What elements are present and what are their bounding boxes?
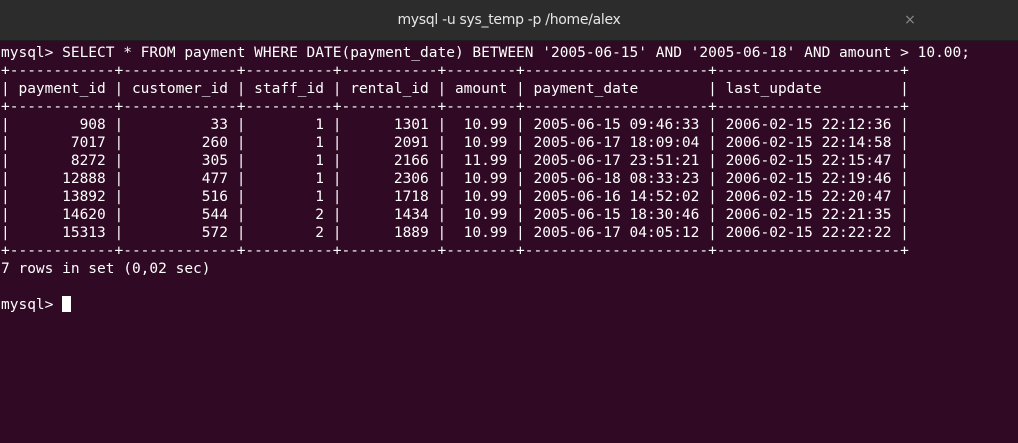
table-row: | 7017 | 260 | 1 | 2091 | 10.99 | 2005-0… [1,135,909,151]
title-bar: mysql -u sys_temp -p /home/alex × [0,0,1018,41]
table-row: | 15313 | 572 | 2 | 1889 | 10.99 | 2005-… [1,225,909,241]
table-border-top: +------------+-------------+----------+-… [1,63,909,79]
table-row: | 12888 | 477 | 1 | 2306 | 10.99 | 2005-… [1,171,909,187]
table-border-mid: +------------+-------------+----------+-… [1,99,909,115]
result-summary: 7 rows in set (0,02 sec) [1,261,211,277]
terminal-window: mysql -u sys_temp -p /home/alex × mysql>… [0,0,1018,443]
cursor [62,296,72,312]
table-row: | 8272 | 305 | 1 | 2166 | 11.99 | 2005-0… [1,153,909,169]
command-line: mysql> SELECT * FROM payment WHERE DATE(… [1,45,971,61]
input-prompt-line[interactable]: mysql> [1,296,1018,314]
window-title: mysql -u sys_temp -p /home/alex [397,12,621,28]
table-border-bottom: +------------+-------------+----------+-… [1,243,909,259]
table-row: | 14620 | 544 | 2 | 1434 | 10.99 | 2005-… [1,207,909,223]
close-icon[interactable]: × [900,0,920,40]
terminal-output[interactable]: mysql> SELECT * FROM payment WHERE DATE(… [0,41,1018,443]
prompt-text: mysql> [1,297,63,313]
table-row: | 13892 | 516 | 1 | 1718 | 10.99 | 2005-… [1,189,909,205]
table-header: | payment_id | customer_id | staff_id | … [1,81,909,97]
table-row: | 908 | 33 | 1 | 1301 | 10.99 | 2005-06-… [1,117,909,133]
